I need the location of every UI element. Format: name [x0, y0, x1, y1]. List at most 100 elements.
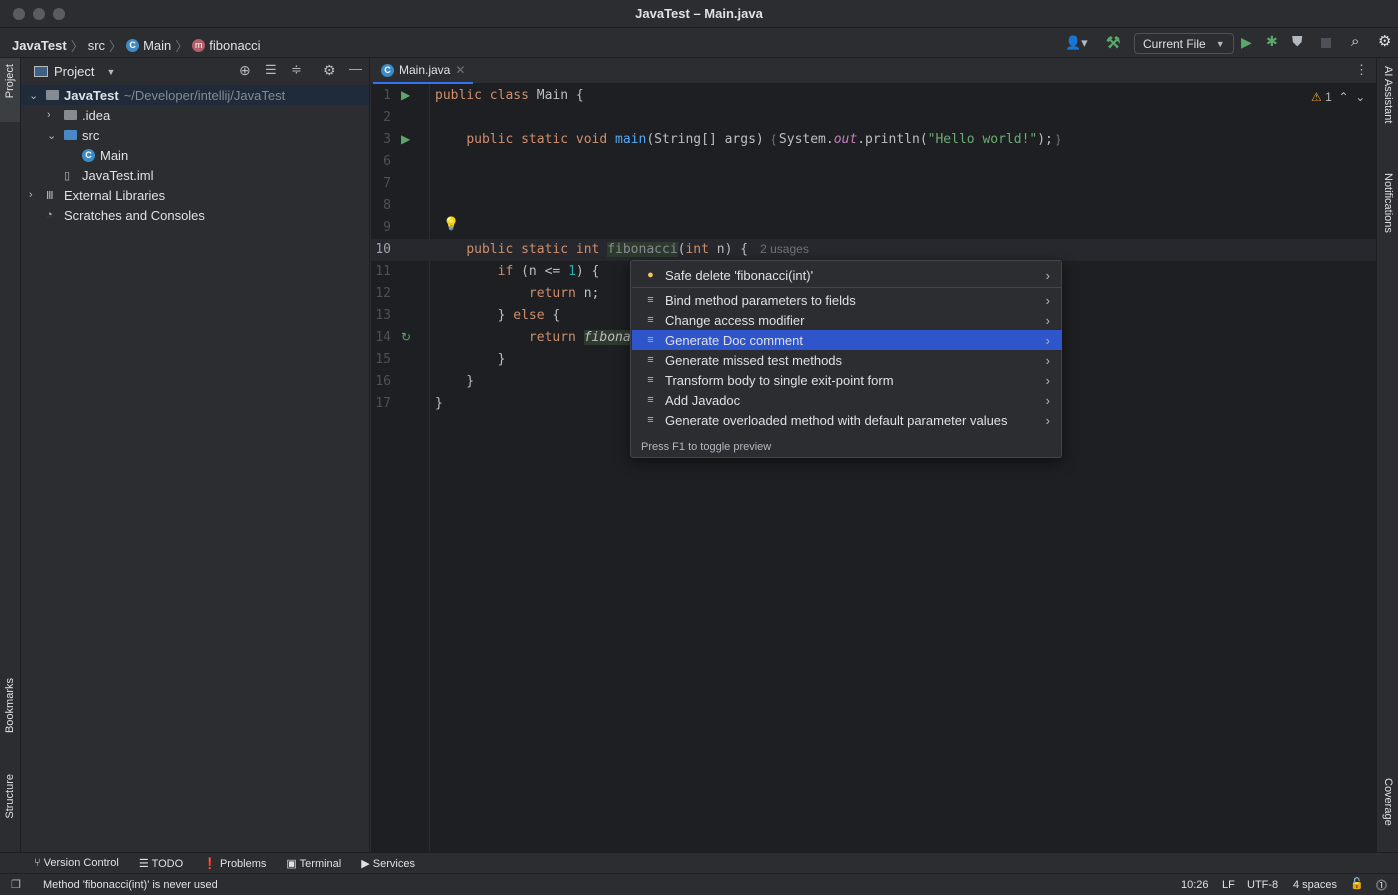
run-config-dropdown[interactable]: Current File ▼: [1134, 33, 1234, 54]
code-line[interactable]: public class Main {: [435, 88, 584, 103]
caret-position[interactable]: 10:26: [1181, 879, 1209, 891]
chevron-down-icon[interactable]: ⌄: [47, 129, 59, 142]
file-encoding[interactable]: UTF-8: [1247, 879, 1278, 891]
code-line[interactable]: }: [435, 374, 474, 389]
tree-item[interactable]: ▯ JavaTest.iml: [21, 165, 369, 185]
code-token: public class: [435, 88, 537, 103]
bookmarks-tool-tab[interactable]: Bookmarks: [4, 678, 16, 733]
popup-footer: Press F1 to toggle preview: [641, 441, 772, 453]
lock-open-icon[interactable]: 🔓: [1350, 877, 1364, 890]
intention-item[interactable]: ≡ Generate Doc comment ›: [632, 330, 1062, 350]
tree-item[interactable]: ◔ Scratches and Consoles: [21, 205, 369, 225]
tab-label: Main.java: [399, 63, 451, 77]
code-line[interactable]: }: [435, 396, 443, 411]
notifications-tool-tab[interactable]: Notifications: [1382, 173, 1394, 233]
problems-tab[interactable]: ❗ Problems: [203, 857, 266, 870]
run-config-label: Current File: [1143, 36, 1206, 51]
indent-setting[interactable]: 4 spaces: [1293, 879, 1337, 891]
coverage-icon[interactable]: ⛊: [1292, 33, 1303, 50]
chevron-down-icon[interactable]: ▼: [106, 67, 115, 77]
chevron-right-icon: ›: [1045, 267, 1050, 283]
search-icon[interactable]: ⌕: [1351, 33, 1359, 50]
settings-gear-icon[interactable]: ⚙: [1378, 32, 1391, 50]
event-log-icon[interactable]: ⓵: [1376, 877, 1387, 893]
intention-item[interactable]: ≡ Add Javadoc ›: [632, 390, 1062, 410]
class-icon: C: [82, 148, 95, 162]
close-tab-icon[interactable]: ✕: [455, 63, 465, 77]
locate-file-icon[interactable]: ⊕: [239, 62, 251, 79]
collapse-all-icon[interactable]: ≑: [291, 62, 302, 78]
line-separator[interactable]: LF: [1222, 879, 1235, 891]
tree-item[interactable]: ⌄ src: [21, 125, 369, 145]
code-area[interactable]: 1 public class Main {▶ 2 3 public static vo…: [371, 84, 1376, 852]
breadcrumb-main[interactable]: Main: [143, 38, 171, 53]
vcs-user-icon[interactable]: 👤▾: [1065, 35, 1088, 51]
tree-item[interactable]: C Main: [21, 145, 369, 165]
toggle-tool-windows-icon[interactable]: ❐: [11, 878, 21, 891]
tree-item[interactable]: › .idea: [21, 105, 369, 125]
run-gutter-icon[interactable]: ▶: [401, 88, 410, 102]
editor-tabs: C Main.java ✕ ⋮: [371, 58, 1376, 84]
coverage-tool-tab[interactable]: Coverage: [1382, 778, 1394, 826]
project-view-selector[interactable]: Project: [54, 64, 94, 79]
code-token: }: [435, 396, 443, 411]
more-options-icon[interactable]: ⋮: [1355, 62, 1368, 78]
structure-tool-tab[interactable]: Structure: [4, 774, 16, 819]
code-line[interactable]: if (n <= 1) {: [435, 264, 600, 279]
code-token: 1: [568, 264, 576, 279]
code-line[interactable]: }: [435, 352, 506, 367]
inspection-widget[interactable]: ⚠ 1 ⌃ ⌄: [1311, 90, 1365, 104]
intention-item[interactable]: ≡ Generate overloaded method with default…: [632, 410, 1062, 430]
title-bar: JavaTest – Main.java: [0, 0, 1398, 28]
code-line[interactable]: } else {: [435, 308, 561, 323]
version-control-tab[interactable]: ⑂ Version Control: [34, 857, 119, 869]
settings-gear-icon[interactable]: ⚙: [323, 62, 336, 79]
expand-all-icon[interactable]: ☰: [265, 62, 277, 78]
services-tab[interactable]: ▶ Services: [361, 857, 415, 870]
tab-main-java[interactable]: C Main.java ✕: [373, 58, 474, 84]
intention-item[interactable]: ● Safe delete 'fibonacci(int)' ›: [632, 265, 1062, 285]
tree-item-label: Scratches and Consoles: [64, 207, 205, 223]
intention-item-label: Generate Doc comment: [665, 332, 804, 348]
intention-item[interactable]: ≡ Transform body to single exit-point for…: [632, 370, 1062, 390]
breadcrumb-project[interactable]: JavaTest: [12, 38, 67, 53]
stop-icon[interactable]: [1321, 38, 1331, 48]
line-number: 14: [375, 330, 391, 345]
breadcrumb: JavaTest 〉 src 〉 C Main 〉 m fibonacci: [12, 38, 261, 54]
tree-item[interactable]: ⌄ JavaTest ~/Developer/intellij/JavaTest: [21, 85, 369, 105]
ai-assistant-tool-tab[interactable]: AI Assistant: [1382, 66, 1394, 123]
code-token: n;: [583, 286, 600, 301]
code-line[interactable]: public static int fibonacci(int n) {2 us…: [435, 242, 809, 257]
chevron-right-icon[interactable]: ›: [47, 109, 59, 121]
project-view-icon: [34, 66, 48, 77]
code-token: return: [528, 330, 584, 345]
code-line[interactable]: public static void main(String[] args) {…: [435, 132, 1060, 147]
tree-item[interactable]: › Ⅲ External Libraries: [21, 185, 369, 205]
line-number: 12: [375, 286, 391, 301]
project-tool-tab[interactable]: Project: [4, 64, 16, 98]
intention-item[interactable]: ≡ Generate missed test methods ›: [632, 350, 1062, 370]
chevron-down-icon[interactable]: ⌄: [29, 89, 41, 102]
hide-panel-icon[interactable]: —: [349, 61, 362, 76]
breadcrumb-fibonacci[interactable]: fibonacci: [209, 38, 260, 53]
run-gutter-icon[interactable]: ▶: [401, 132, 410, 146]
todo-tab[interactable]: ☰ TODO: [139, 857, 183, 870]
chevron-right-icon[interactable]: ›: [29, 189, 41, 201]
run-icon[interactable]: ▶: [1241, 34, 1252, 51]
intention-icon: ≡: [647, 294, 654, 306]
breadcrumb-src[interactable]: src: [88, 38, 105, 53]
terminal-tab[interactable]: ▣ Terminal: [286, 857, 341, 870]
code-line[interactable]: return n;: [435, 286, 599, 301]
lightbulb-icon[interactable]: 💡: [443, 216, 459, 232]
build-hammer-icon[interactable]: ⚒: [1106, 33, 1120, 53]
chevron-right-icon: ›: [1045, 352, 1050, 368]
intention-actions-popup: ● Safe delete 'fibonacci(int)' › ≡ Bind meth…: [630, 260, 1062, 458]
intention-item[interactable]: ≡ Change access modifier ›: [632, 310, 1062, 330]
debug-bug-icon[interactable]: ✱: [1266, 33, 1278, 50]
intention-item[interactable]: ≡ Bind method parameters to fields ›: [632, 290, 1062, 310]
code-token: main: [615, 132, 647, 147]
project-panel: Project ▼ ⊕ ☰ ≑ ⚙ — ⌄ JavaTest ~/Developer…: [21, 58, 370, 852]
usages-inlay-hint[interactable]: 2 usages: [760, 242, 809, 256]
code-line[interactable]: return fibona: [435, 330, 631, 345]
